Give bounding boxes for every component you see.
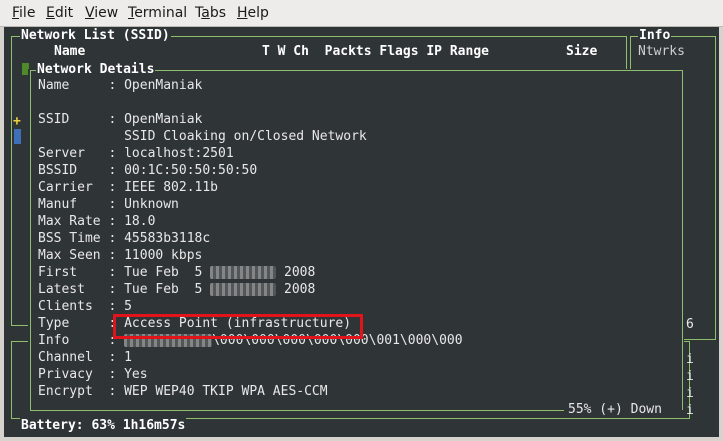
info-panel-title: Info bbox=[638, 27, 672, 44]
column-name-header: Name bbox=[54, 44, 86, 59]
info-networks-label: Ntwrks bbox=[638, 44, 685, 59]
info-marker: i bbox=[686, 403, 694, 418]
blue-marker bbox=[14, 129, 21, 144]
menu-tabs[interactable]: Tabs bbox=[195, 5, 226, 21]
detail-row-max-rate: Max Rate : 18.0 bbox=[38, 214, 156, 229]
detail-row-channel: Channel : 1 bbox=[38, 350, 132, 365]
detail-row-ssid: SSID : OpenManiak bbox=[38, 112, 203, 127]
network-list-title: Network List (SSID) bbox=[20, 27, 171, 44]
details-left-border bbox=[30, 70, 31, 410]
details-bottom-border bbox=[30, 410, 564, 411]
column-flags-header: T W Ch Packts Flags IP Range bbox=[262, 44, 489, 59]
detail-row-name: Name : OpenManiak bbox=[38, 78, 203, 93]
info-marker: i bbox=[686, 352, 694, 367]
info-networks-count: 6 bbox=[686, 317, 694, 332]
terminal-window: File Edit View Terminal Tabs Help Networ… bbox=[0, 0, 723, 441]
detail-row-bssid: BSSID : 00:1C:50:50:50:50 bbox=[38, 163, 258, 178]
type-highlight-box bbox=[113, 314, 363, 339]
detail-row-encrypt: Encrypt : WEP WEP40 TKIP WPA AES-CCM bbox=[38, 384, 328, 399]
detail-row-bss-time: BSS Time : 45583b3118c bbox=[38, 231, 211, 246]
terminal-screen[interactable]: Network List (SSID) Name T W Ch Packts F… bbox=[4, 27, 719, 437]
detail-row-privacy: Privacy : Yes bbox=[38, 367, 148, 382]
network-details-title: Network Details bbox=[36, 61, 156, 78]
menu-file[interactable]: File bbox=[12, 5, 35, 21]
info-marker: i bbox=[686, 369, 694, 384]
menu-help[interactable]: Help bbox=[237, 5, 269, 21]
menu-view[interactable]: View bbox=[85, 5, 118, 21]
redacted-time bbox=[210, 283, 277, 296]
detail-row-latest: Latest : Tue Feb 5 2008 bbox=[38, 282, 316, 297]
plus-marker: + bbox=[13, 114, 21, 129]
details-scroll-status: 55% (+) Down bbox=[566, 401, 664, 418]
detail-row-max-seen: Max Seen : 11000 kbps bbox=[38, 248, 203, 263]
column-size-header: Size bbox=[566, 44, 598, 59]
menu-edit[interactable]: Edit bbox=[46, 5, 73, 21]
info-marker: i bbox=[686, 386, 694, 401]
detail-row-manuf: Manuf : Unknown bbox=[38, 197, 179, 212]
detail-row-clients: Clients : 5 bbox=[38, 299, 132, 314]
redacted-time bbox=[210, 266, 277, 279]
detail-row-first: First : Tue Feb 5 2008 bbox=[38, 265, 316, 280]
detail-row-ssid-cloaking: SSID Cloaking on/Closed Network bbox=[124, 129, 367, 144]
detail-row-carrier: Carrier : IEEE 802.11b bbox=[38, 180, 219, 195]
menu-bar: File Edit View Terminal Tabs Help bbox=[0, 0, 723, 27]
menu-terminal[interactable]: Terminal bbox=[128, 5, 187, 21]
details-right-border bbox=[682, 70, 683, 410]
detail-row-server: Server : localhost:2501 bbox=[38, 146, 234, 161]
battery-status: Battery: 63% 1h16m57s bbox=[20, 417, 187, 434]
